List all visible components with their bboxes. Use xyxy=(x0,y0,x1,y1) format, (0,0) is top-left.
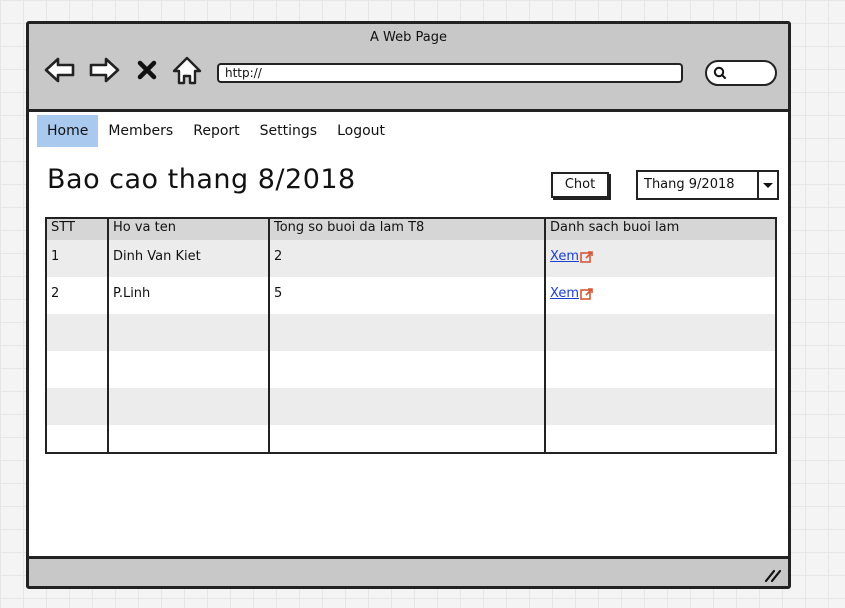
table-header-row: STT Ho va ten Tong so buoi da lam T8 Dan… xyxy=(47,219,775,240)
table-row-empty xyxy=(47,425,775,452)
menu-item-settings[interactable]: Settings xyxy=(250,115,327,147)
xem-link-label: Xem xyxy=(550,286,579,301)
main-menu: Home Members Report Settings Logout xyxy=(37,115,395,147)
search-button[interactable] xyxy=(705,60,777,86)
page-title: Bao cao thang 8/2018 xyxy=(47,164,356,195)
external-link-icon xyxy=(580,287,593,300)
home-icon[interactable] xyxy=(171,54,203,86)
forward-arrow-icon[interactable] xyxy=(87,54,121,86)
month-select[interactable]: Thang 9/2018 xyxy=(636,170,779,200)
menu-item-logout[interactable]: Logout xyxy=(327,115,395,147)
table-row: 2 P.Linh 5 Xem xyxy=(47,277,775,314)
column-header-stt: STT xyxy=(47,219,108,240)
column-header-sessions: Danh sach buoi lam xyxy=(544,219,775,240)
search-icon xyxy=(713,66,726,79)
report-table: STT Ho va ten Tong so buoi da lam T8 Dan… xyxy=(45,217,777,454)
xem-link-label: Xem xyxy=(550,249,579,264)
browser-chrome: A Web Page http:// xyxy=(29,24,788,112)
chot-button[interactable]: Chot xyxy=(551,172,609,198)
cell-sessions: Xem xyxy=(544,240,775,277)
cell-name: Dinh Van Kiet xyxy=(107,240,269,277)
cell-stt: 1 xyxy=(47,240,108,277)
table-row-empty xyxy=(47,351,775,388)
status-bar xyxy=(29,556,788,586)
table-row: 1 Dinh Van Kiet 2 Xem xyxy=(47,240,775,277)
cell-count: 5 xyxy=(268,277,545,314)
chevron-down-icon xyxy=(763,183,773,188)
cell-sessions: Xem xyxy=(544,277,775,314)
cell-name: P.Linh xyxy=(107,277,269,314)
xem-link[interactable]: Xem xyxy=(550,286,594,301)
window-title: A Web Page xyxy=(370,30,447,45)
menu-item-report[interactable]: Report xyxy=(183,115,249,147)
external-link-icon xyxy=(580,250,593,263)
browser-window: A Web Page http:// Home Members Report S… xyxy=(26,21,791,589)
resize-grip-icon[interactable] xyxy=(762,565,782,583)
menu-item-home[interactable]: Home xyxy=(37,115,99,147)
cell-count: 2 xyxy=(268,240,545,277)
month-select-value: Thang 9/2018 xyxy=(644,177,735,192)
column-header-name: Ho va ten xyxy=(107,219,269,240)
table-row-empty xyxy=(47,314,775,351)
close-x-icon[interactable] xyxy=(133,54,161,86)
table-row-empty xyxy=(47,388,775,425)
dropdown-arrow[interactable] xyxy=(757,172,777,198)
column-header-count: Tong so buoi da lam T8 xyxy=(268,219,545,240)
xem-link[interactable]: Xem xyxy=(550,249,594,264)
menu-item-members[interactable]: Members xyxy=(98,115,183,147)
back-arrow-icon[interactable] xyxy=(43,54,77,86)
url-input[interactable]: http:// xyxy=(217,63,683,83)
cell-stt: 2 xyxy=(47,277,108,314)
